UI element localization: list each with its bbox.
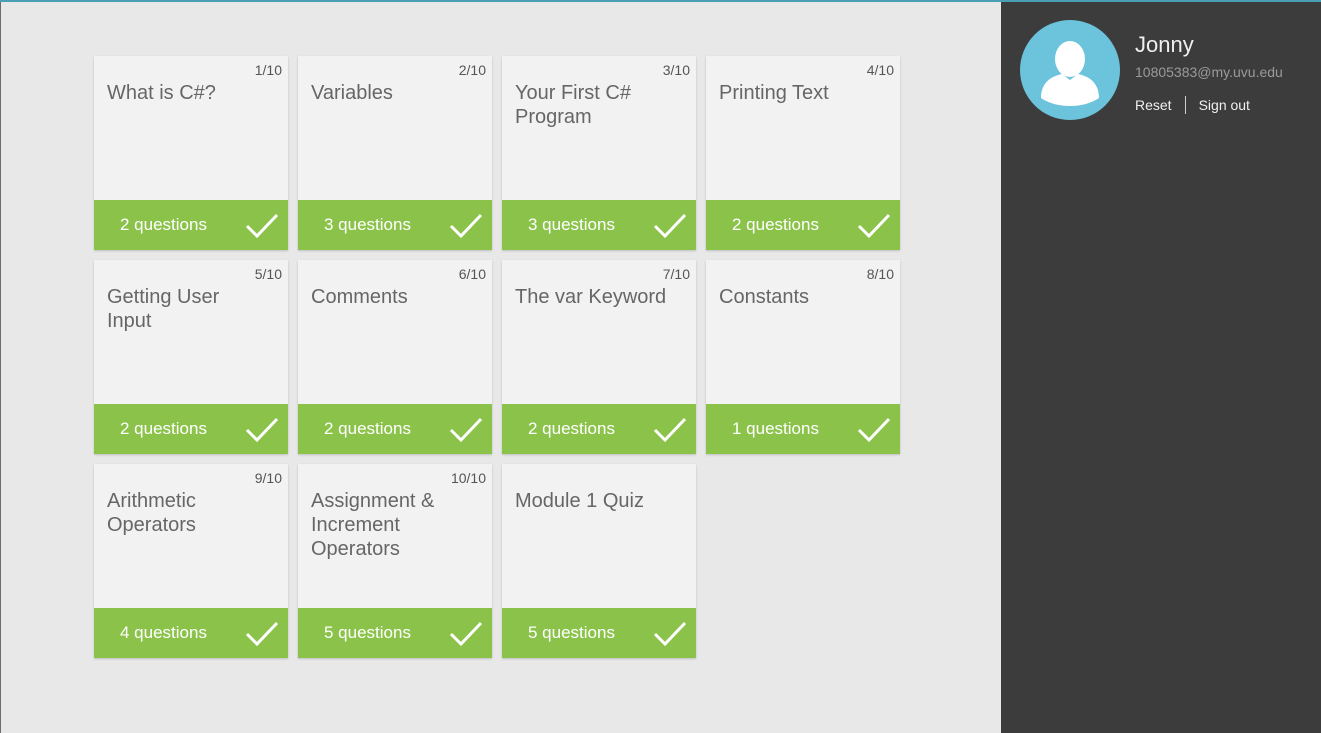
action-divider xyxy=(1184,96,1186,114)
lesson-title: Assignment & Increment Operators xyxy=(311,490,435,560)
sign-out-link[interactable]: Sign out xyxy=(1199,97,1250,113)
lesson-number: 9/10 xyxy=(254,470,282,486)
user-sidebar: Jonny 10805383@my.uvu.edu Reset Sign out xyxy=(1001,2,1321,733)
lesson-title: Module 1 Quiz xyxy=(515,490,644,512)
lesson-title: Arithmetic Operators xyxy=(107,490,196,536)
lesson-number: 3/10 xyxy=(662,62,690,78)
lesson-card[interactable]: 6/10 Comments 2 questions xyxy=(298,260,492,454)
lesson-footer: 3 questions xyxy=(298,200,492,250)
lesson-title: Your First C# Program xyxy=(515,82,631,128)
question-count: 3 questions xyxy=(324,215,411,234)
lesson-title: Getting User Input xyxy=(107,286,220,332)
user-email: 10805383@my.uvu.edu xyxy=(1135,64,1283,80)
user-name: Jonny xyxy=(1135,32,1194,57)
lesson-title: Comments xyxy=(311,286,408,308)
lesson-number: 10/10 xyxy=(450,470,486,486)
question-count: 2 questions xyxy=(528,419,615,438)
lesson-number: 4/10 xyxy=(866,62,894,78)
lesson-title: The var Keyword xyxy=(515,286,667,308)
lesson-card[interactable]: 7/10 The var Keyword 2 questions xyxy=(502,260,696,454)
lesson-number: 2/10 xyxy=(458,62,486,78)
question-count: 2 questions xyxy=(732,215,819,234)
lesson-card[interactable]: 2/10 Variables 3 questions xyxy=(298,56,492,250)
question-count: 5 questions xyxy=(324,623,411,642)
lesson-card[interactable]: 9/10 Arithmetic Operators 4 questions xyxy=(94,464,288,658)
lesson-footer: 2 questions xyxy=(298,404,492,454)
lesson-footer: 4 questions xyxy=(94,608,288,658)
lesson-footer: 2 questions xyxy=(502,404,696,454)
question-count: 3 questions xyxy=(528,215,615,234)
checkmark-icon xyxy=(245,213,279,239)
checkmark-icon xyxy=(653,213,687,239)
lesson-card[interactable]: 3/10 Your First C# Program 3 questions xyxy=(502,56,696,250)
checkmark-icon xyxy=(653,621,687,647)
lesson-card[interactable]: 10/10 Assignment & Increment Operators 5… xyxy=(298,464,492,658)
checkmark-icon xyxy=(449,417,483,443)
question-count: 2 questions xyxy=(120,419,207,438)
question-count: 2 questions xyxy=(324,419,411,438)
checkmark-icon xyxy=(449,213,483,239)
quiz-card[interactable]: Module 1 Quiz 5 questions xyxy=(502,464,696,658)
lesson-footer: 3 questions xyxy=(502,200,696,250)
account-actions: Reset Sign out xyxy=(1135,96,1250,114)
lesson-card[interactable]: 1/10 What is C#? 2 questions xyxy=(94,56,288,250)
checkmark-icon xyxy=(245,417,279,443)
lesson-card[interactable]: 5/10 Getting User Input 2 questions xyxy=(94,260,288,454)
lesson-number: 1/10 xyxy=(254,62,282,78)
lesson-title: Printing Text xyxy=(719,82,829,104)
lesson-card[interactable]: 4/10 Printing Text 2 questions xyxy=(706,56,900,250)
lesson-card[interactable]: 8/10 Constants 1 questions xyxy=(706,260,900,454)
lesson-title: What is C#? xyxy=(107,82,216,104)
lesson-number: 5/10 xyxy=(254,266,282,282)
main-content: 1/10 What is C#? 2 questions 2/10 Variab… xyxy=(0,2,1000,733)
checkmark-icon xyxy=(449,621,483,647)
checkmark-icon xyxy=(857,417,891,443)
lesson-title: Constants xyxy=(719,286,810,308)
avatar xyxy=(1020,20,1120,120)
checkmark-icon xyxy=(857,213,891,239)
user-icon xyxy=(1041,41,1099,106)
lesson-title: Variables xyxy=(311,82,393,104)
question-count: 2 questions xyxy=(120,215,207,234)
lesson-number: 7/10 xyxy=(662,266,690,282)
lesson-footer: 2 questions xyxy=(94,200,288,250)
lesson-footer: 2 questions xyxy=(94,404,288,454)
lesson-footer: 5 questions xyxy=(298,608,492,658)
lesson-number: 6/10 xyxy=(458,266,486,282)
lesson-footer: 2 questions xyxy=(706,200,900,250)
reset-link[interactable]: Reset xyxy=(1135,97,1172,113)
lesson-number: 8/10 xyxy=(866,266,894,282)
question-count: 1 questions xyxy=(732,419,819,438)
checkmark-icon xyxy=(653,417,687,443)
lesson-footer: 5 questions xyxy=(502,608,696,658)
question-count: 4 questions xyxy=(120,623,207,642)
question-count: 5 questions xyxy=(528,623,615,642)
lesson-footer: 1 questions xyxy=(706,404,900,454)
checkmark-icon xyxy=(245,621,279,647)
